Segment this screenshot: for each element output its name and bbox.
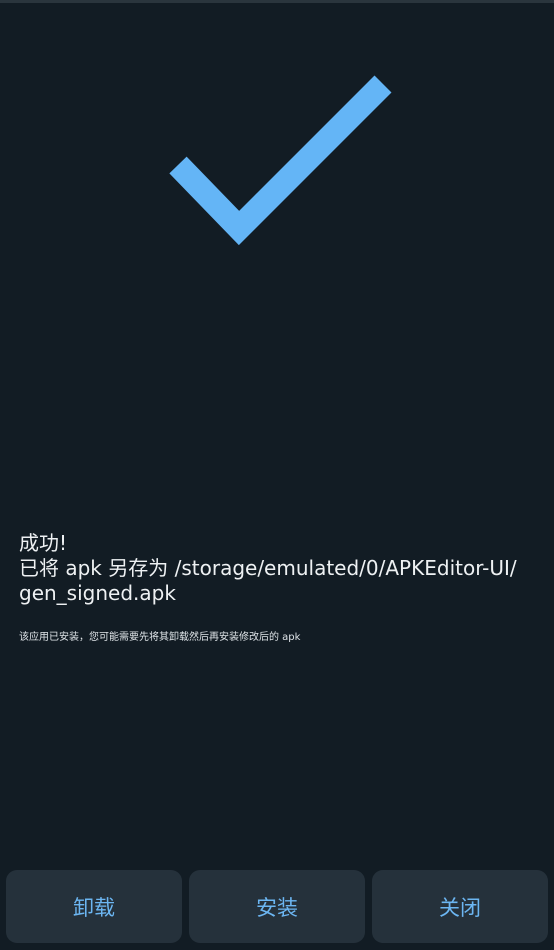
saved-path-line: 已将 apk 另存为 /storage/emulated/0/APKEditor… — [19, 556, 517, 580]
status-title: 成功! — [19, 531, 68, 555]
saved-file-name: gen_signed.apk — [19, 581, 176, 605]
status-message: 成功! 已将 apk 另存为 /storage/emulated/0/APKEd… — [19, 531, 539, 606]
uninstall-button-label: 卸载 — [73, 895, 115, 920]
install-button[interactable]: 安装 — [189, 870, 365, 943]
close-button[interactable]: 关闭 — [372, 870, 548, 943]
uninstall-button[interactable]: 卸载 — [6, 870, 182, 943]
install-button-label: 安装 — [256, 895, 298, 920]
checkmark-icon — [169, 75, 392, 246]
install-note: 该应用已安装，您可能需要先将其卸载然后再安装修改后的 apk — [19, 632, 301, 643]
close-button-label: 关闭 — [439, 895, 481, 920]
